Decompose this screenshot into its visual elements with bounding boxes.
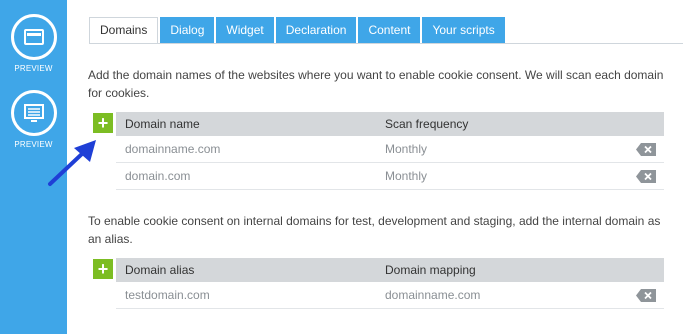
- table-row: testdomain.com domainname.com: [116, 282, 664, 309]
- tab-divider: [89, 43, 683, 44]
- domains-table: Domain name Scan frequency domainname.co…: [116, 112, 664, 190]
- aliases-table: Domain alias Domain mapping testdomain.c…: [116, 258, 664, 309]
- annotation-arrow-icon: [48, 140, 96, 186]
- tab-widget[interactable]: Widget: [216, 17, 274, 43]
- table-row: domain.com Monthly: [116, 163, 664, 190]
- column-header-domain-name: Domain name: [125, 117, 200, 131]
- domains-description: Add the domain names of the websites whe…: [88, 68, 664, 100]
- tab-domains[interactable]: Domains: [89, 17, 159, 44]
- preview-mobile-ring: [10, 14, 57, 60]
- mobile-preview-icon: [23, 29, 44, 45]
- table-header: Domain name Scan frequency: [116, 112, 664, 136]
- main-content: Domains Dialog Widget Declaration Conten…: [67, 0, 683, 334]
- domain-cell[interactable]: domain.com: [116, 169, 375, 183]
- preview-label: PREVIEW: [14, 64, 53, 73]
- column-header-domain-alias: Domain alias: [125, 263, 195, 277]
- domain-cell[interactable]: domainname.com: [116, 142, 375, 156]
- column-header-scan-frequency: Scan frequency: [385, 117, 469, 131]
- delete-row-icon[interactable]: [636, 143, 656, 156]
- table-row: domainname.com Monthly: [116, 136, 664, 163]
- tab-declaration[interactable]: Declaration: [275, 17, 357, 43]
- tab-content[interactable]: Content: [358, 17, 421, 43]
- preview-desktop-ring: [10, 90, 57, 136]
- frequency-cell[interactable]: Monthly: [375, 169, 615, 183]
- tab-bar: Domains Dialog Widget Declaration Conten…: [89, 17, 507, 44]
- monitor-icon: [23, 104, 44, 122]
- add-domain-button[interactable]: +: [93, 113, 113, 133]
- column-header-domain-mapping: Domain mapping: [385, 263, 476, 277]
- delete-row-icon[interactable]: [636, 170, 656, 183]
- table-header: Domain alias Domain mapping: [116, 258, 664, 282]
- tab-your-scripts[interactable]: Your scripts: [422, 17, 505, 43]
- alias-cell[interactable]: testdomain.com: [116, 288, 375, 302]
- preview-mobile-button[interactable]: PREVIEW: [0, 14, 67, 73]
- add-alias-button[interactable]: +: [93, 259, 113, 279]
- delete-row-icon[interactable]: [636, 289, 656, 302]
- frequency-cell[interactable]: Monthly: [375, 142, 615, 156]
- tab-dialog[interactable]: Dialog: [160, 17, 215, 43]
- aliases-description: To enable cookie consent on internal dom…: [88, 214, 661, 246]
- mapping-cell[interactable]: domainname.com: [375, 288, 615, 302]
